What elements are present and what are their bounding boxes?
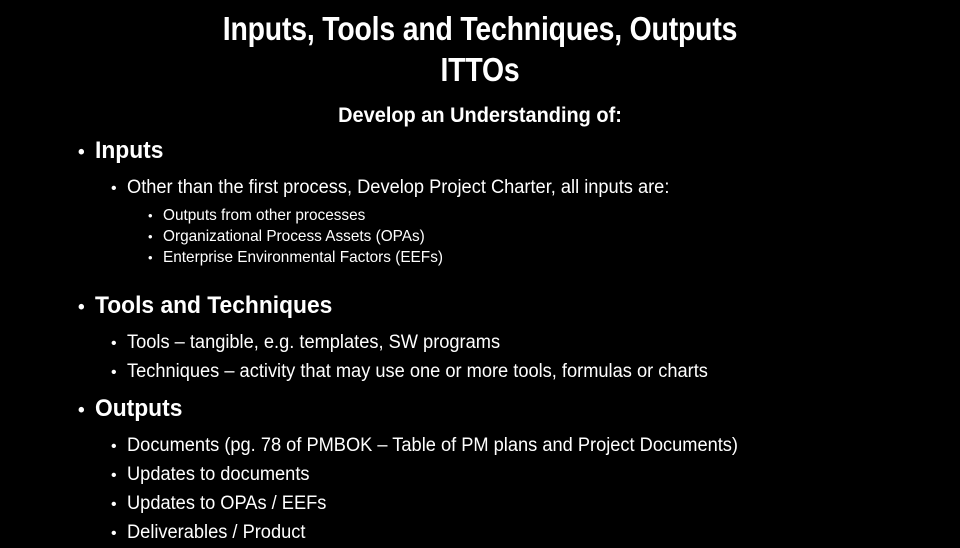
- bullet-glyph-icon: •: [111, 180, 117, 197]
- bullet-glyph-icon: •: [111, 438, 117, 455]
- bullet-level2-label: Updates to OPAs / EEFs: [127, 493, 327, 514]
- bullet-glyph-icon: •: [111, 467, 117, 484]
- bullet-level2-tools-0: • Tools – tangible, e.g. templates, SW p…: [0, 329, 960, 358]
- bullet-level1-inputs: • Inputs: [0, 136, 960, 168]
- bullet-glyph-icon: •: [148, 229, 153, 244]
- bullet-level3-inputs-0: • Outputs from other processes: [0, 205, 960, 226]
- bullet-glyph-icon: •: [111, 525, 117, 542]
- bullet-level2-label: Documents (pg. 78 of PMBOK – Table of PM…: [127, 435, 739, 456]
- bullet-level3-label: Enterprise Environmental Factors (EEFs): [163, 249, 443, 266]
- bullet-glyph-icon: •: [111, 496, 117, 513]
- bullet-level2-label: Other than the first process, Develop Pr…: [127, 177, 670, 198]
- bullet-level2-outputs-1: • Updates to documents: [0, 461, 960, 490]
- slide-title-line-1: Inputs, Tools and Techniques, Outputs: [222, 10, 738, 47]
- bullet-level2-label: Techniques – activity that may use one o…: [127, 361, 708, 382]
- slide-title: Inputs, Tools and Techniques, Outputs IT…: [0, 8, 960, 90]
- slide-title-line-2: ITTOs: [440, 51, 520, 88]
- bullet-level1-tools-and-techniques: • Tools and Techniques: [0, 291, 960, 323]
- bullet-glyph-icon: •: [78, 142, 85, 163]
- bullet-level2-outputs-2: • Updates to OPAs / EEFs: [0, 490, 960, 519]
- bullet-glyph-icon: •: [111, 335, 117, 352]
- bullet-level3-inputs-1: • Organizational Process Assets (OPAs): [0, 226, 960, 247]
- bullet-glyph-icon: •: [148, 250, 153, 265]
- slide-body-outline: • Inputs • Other than the first process,…: [0, 136, 960, 548]
- bullet-glyph-icon: •: [148, 208, 153, 223]
- bullet-level1-label: Outputs: [95, 395, 183, 422]
- bullet-glyph-icon: •: [111, 364, 117, 381]
- bullet-level2-label: Updates to documents: [127, 464, 310, 485]
- bullet-level3-label: Organizational Process Assets (OPAs): [163, 228, 425, 245]
- bullet-glyph-icon: •: [78, 297, 85, 318]
- bullet-level1-outputs: • Outputs: [0, 394, 960, 426]
- bullet-level2-label: Deliverables / Product: [127, 522, 306, 543]
- bullet-level2-outputs-3: • Deliverables / Product: [0, 519, 960, 548]
- bullet-level2-inputs-0: • Other than the first process, Develop …: [0, 174, 960, 202]
- bullet-level3-inputs-2: • Enterprise Environmental Factors (EEFs…: [0, 247, 960, 268]
- bullet-glyph-icon: •: [78, 400, 85, 421]
- bullet-level2-tools-1: • Techniques – activity that may use one…: [0, 358, 960, 387]
- bullet-level2-outputs-0: • Documents (pg. 78 of PMBOK – Table of …: [0, 432, 960, 461]
- slide-subtitle: Develop an Understanding of:: [338, 104, 622, 127]
- bullet-level1-label: Inputs: [95, 137, 164, 164]
- bullet-level2-label: Tools – tangible, e.g. templates, SW pro…: [127, 332, 501, 353]
- bullet-level3-label: Outputs from other processes: [163, 207, 366, 224]
- bullet-level1-label: Tools and Techniques: [95, 292, 333, 319]
- presentation-slide: Inputs, Tools and Techniques, Outputs IT…: [0, 0, 960, 543]
